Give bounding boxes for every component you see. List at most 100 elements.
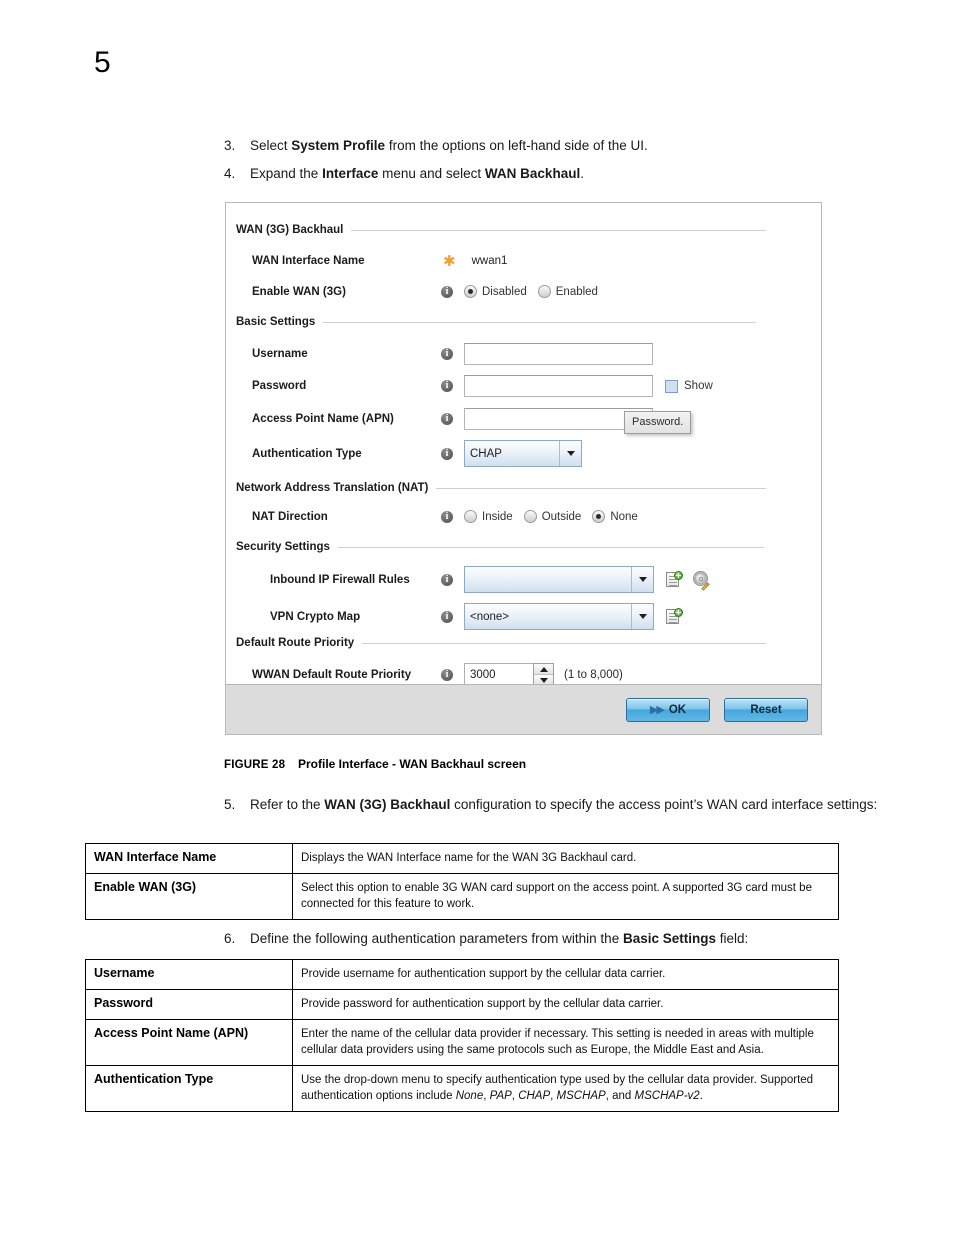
radio-label-enabled: Enabled	[555, 285, 598, 298]
radio-dot-icon	[592, 510, 606, 523]
dialog-footer: ▶▶ OK Reset	[226, 684, 821, 734]
row-apn: Access Point Name (APN)	[252, 408, 653, 430]
ok-button-label: OK	[668, 703, 687, 716]
create-new-crypto-map-icon[interactable]	[666, 608, 683, 625]
radio-nat-outside[interactable]: Outside	[523, 510, 581, 523]
stepper-buttons[interactable]	[533, 663, 554, 686]
info-icon[interactable]	[441, 573, 453, 586]
radio-label-disabled: Disabled	[482, 285, 527, 298]
label-password: Password	[252, 380, 307, 392]
chevron-down-icon[interactable]	[559, 441, 581, 466]
step-6-text: Define the following authentication para…	[250, 931, 749, 946]
table-row: WAN Interface Name Displays the WAN Inte…	[85, 843, 839, 874]
row-vpn-crypto-map: VPN Crypto Map <none>	[270, 603, 683, 630]
row-auth-type: Authentication Type CHAP	[252, 440, 582, 467]
figure-caption: FIGURE 28 Profile Interface - WAN Backha…	[224, 757, 526, 771]
wan-backhaul-description-table: WAN Interface Name Displays the WAN Inte…	[85, 843, 839, 920]
auth-type-dropdown[interactable]: CHAP	[464, 440, 582, 467]
section-label-nat: Network Address Translation (NAT)	[236, 482, 429, 494]
radio-dot-icon	[537, 285, 551, 298]
table-row: Password Provide password for authentica…	[85, 989, 839, 1020]
info-icon[interactable]	[441, 668, 453, 681]
section-rule	[351, 229, 766, 231]
section-label-basic-settings: Basic Settings	[236, 316, 316, 328]
table-value: Select this option to enable 3G WAN card…	[292, 873, 839, 920]
label-vpn-crypto-map: VPN Crypto Map	[270, 610, 361, 623]
label-enable-wan: Enable WAN (3G)	[252, 285, 346, 298]
figure-number: FIGURE 28	[224, 759, 286, 771]
radio-nat-inside[interactable]: Inside	[464, 510, 513, 523]
section-rule	[436, 487, 766, 489]
radio-dot-icon	[464, 510, 477, 523]
info-icon[interactable]	[441, 447, 453, 460]
show-password-checkbox[interactable]	[665, 379, 678, 393]
required-star-icon: ✱	[443, 252, 456, 270]
wwan-priority-range-hint: (1 to 8,000)	[564, 668, 623, 681]
section-rule	[337, 546, 764, 548]
section-header-default-route-priority: Default Route Priority	[236, 637, 766, 649]
label-wan-interface-name: WAN Interface Name	[252, 255, 365, 267]
radio-dot-icon	[464, 285, 477, 298]
info-icon[interactable]	[441, 379, 453, 392]
vpn-crypto-map-dropdown[interactable]: <none>	[464, 603, 654, 630]
table-value: Provide password for authentication supp…	[292, 989, 839, 1020]
section-header-nat: Network Address Translation (NAT)	[236, 482, 766, 494]
reset-button[interactable]: Reset	[724, 697, 808, 722]
label-auth-type: Authentication Type	[252, 447, 362, 460]
radio-dot-icon	[523, 510, 537, 523]
wwan-priority-input[interactable]: 3000	[464, 663, 533, 686]
table-value: Displays the WAN Interface name for the …	[292, 843, 839, 874]
step-4-text: Expand the Interface menu and select WAN…	[250, 166, 584, 181]
row-enable-wan: Enable WAN (3G) Disabled Enabled	[252, 285, 598, 298]
ok-button[interactable]: ▶▶ OK	[626, 697, 710, 722]
radio-nat-none[interactable]: None	[592, 510, 638, 523]
step-5-number: 5.	[224, 797, 236, 812]
table-key: WAN Interface Name	[85, 843, 293, 874]
table-key: Enable WAN (3G)	[85, 873, 293, 920]
radio-enable-wan-disabled[interactable]: Disabled	[464, 285, 527, 298]
edit-policy-icon[interactable]	[693, 571, 710, 591]
table-key: Username	[85, 959, 293, 990]
info-icon[interactable]	[441, 610, 453, 623]
section-header-wan-backhaul: WAN (3G) Backhaul	[236, 224, 766, 236]
step-3-text: Select System Profile from the options o…	[250, 138, 648, 153]
step-6-number: 6.	[224, 931, 236, 946]
info-icon[interactable]	[441, 510, 453, 523]
stepper-up-icon[interactable]	[534, 664, 553, 675]
radio-group-nat-direction: Inside Outside None	[464, 510, 638, 523]
label-inbound-firewall: Inbound IP Firewall Rules	[270, 573, 410, 586]
info-icon[interactable]	[441, 347, 453, 360]
label-username: Username	[252, 348, 308, 360]
radio-group-enable-wan: Disabled Enabled	[464, 285, 598, 298]
section-header-basic-settings: Basic Settings	[236, 316, 756, 328]
inbound-firewall-dropdown[interactable]	[464, 566, 654, 593]
chevron-down-icon[interactable]	[631, 604, 653, 629]
vpn-crypto-map-value: <none>	[470, 610, 510, 623]
auth-type-value: CHAP	[470, 447, 502, 460]
label-apn: Access Point Name (APN)	[252, 413, 394, 425]
reset-button-label: Reset	[750, 703, 782, 716]
row-inbound-firewall: Inbound IP Firewall Rules	[270, 566, 710, 593]
password-input[interactable]	[464, 375, 653, 397]
show-password-label: Show	[684, 380, 713, 392]
section-header-security-settings: Security Settings	[236, 541, 764, 553]
label-nat-direction: NAT Direction	[252, 510, 328, 523]
label-wwan-priority: WWAN Default Route Priority	[252, 668, 412, 681]
step-6: 6. Define the following authentication p…	[224, 929, 904, 948]
section-rule	[362, 642, 766, 644]
dialog-body: WAN (3G) Backhaul WAN Interface Name ✱ w…	[226, 203, 821, 686]
basic-settings-description-table: Username Provide username for authentica…	[85, 959, 839, 1112]
info-icon[interactable]	[441, 285, 453, 298]
value-wan-interface-name: wwan1	[471, 255, 508, 267]
table-row: Username Provide username for authentica…	[85, 959, 839, 990]
create-new-policy-icon[interactable]	[666, 571, 683, 588]
chevron-down-icon[interactable]	[631, 567, 653, 592]
wwan-priority-stepper[interactable]: 3000	[464, 663, 554, 686]
tooltip-password: Password.	[624, 411, 692, 434]
radio-enable-wan-enabled[interactable]: Enabled	[537, 285, 598, 298]
step-3-number: 3.	[224, 138, 236, 153]
figure-title: Profile Interface - WAN Backhaul screen	[298, 757, 527, 771]
row-username: Username	[252, 343, 653, 365]
info-icon[interactable]	[441, 412, 453, 425]
username-input[interactable]	[464, 343, 653, 365]
